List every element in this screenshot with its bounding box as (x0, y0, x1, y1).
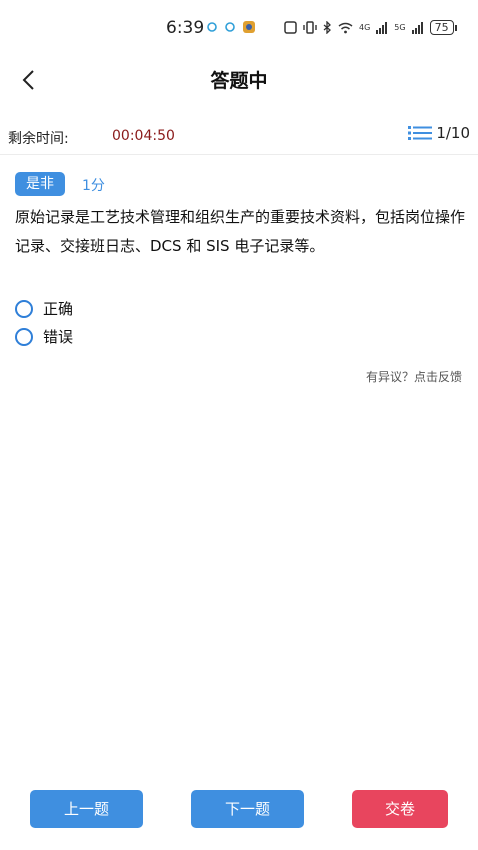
bluetooth-icon (323, 21, 331, 34)
timer-label: 剩余时间: (8, 131, 69, 147)
option-true[interactable]: 正确 (15, 298, 73, 319)
timer-bar: 剩余时间: 00:04:50 1/10 (0, 118, 478, 155)
radio-button[interactable] (15, 327, 33, 346)
sync-icon (225, 22, 235, 32)
wifi-icon (338, 22, 353, 33)
app-notification-icon (243, 21, 255, 33)
next-question-button[interactable]: 下一题 (191, 790, 304, 828)
option-label: 错误 (43, 328, 74, 346)
radio-button[interactable] (15, 299, 33, 318)
status-time: 6:39 (166, 18, 205, 38)
list-icon (408, 126, 433, 140)
vibrate-icon (303, 21, 317, 34)
previous-question-button[interactable]: 上一题 (30, 790, 143, 828)
sync-icon (207, 22, 217, 32)
nfc-icon (284, 21, 297, 34)
question-list-button[interactable]: 1/10 (408, 124, 470, 142)
battery-indicator: 75 (429, 20, 457, 35)
timer-value: 00:04:50 (112, 128, 175, 144)
option-false[interactable]: 错误 (15, 326, 73, 347)
option-label: 正确 (43, 300, 74, 318)
notification-icons (206, 20, 256, 34)
system-status-icons: 4G 5G 75 (284, 20, 457, 35)
feedback-link[interactable]: 有异议？点击反馈 (366, 368, 462, 385)
signal-icon (376, 21, 388, 34)
question-score: 1分 (82, 178, 105, 194)
signal-icon (411, 21, 423, 34)
status-bar: 6:39 4G 5G 75 (0, 0, 478, 56)
network-label-2: 5G (394, 23, 406, 32)
question-progress: 1/10 (436, 124, 470, 142)
page-title: 答题中 (210, 70, 268, 92)
network-label-1: 4G (359, 23, 371, 32)
question-text: 原始记录是工艺技术管理和组织生产的重要技术资料，包括岗位操作记录、交接班日志、D… (15, 208, 466, 255)
top-nav-bar: 答题中 (0, 56, 478, 104)
submit-exam-button[interactable]: 交卷 (352, 790, 448, 828)
question-type-badge: 是非 (15, 172, 65, 196)
